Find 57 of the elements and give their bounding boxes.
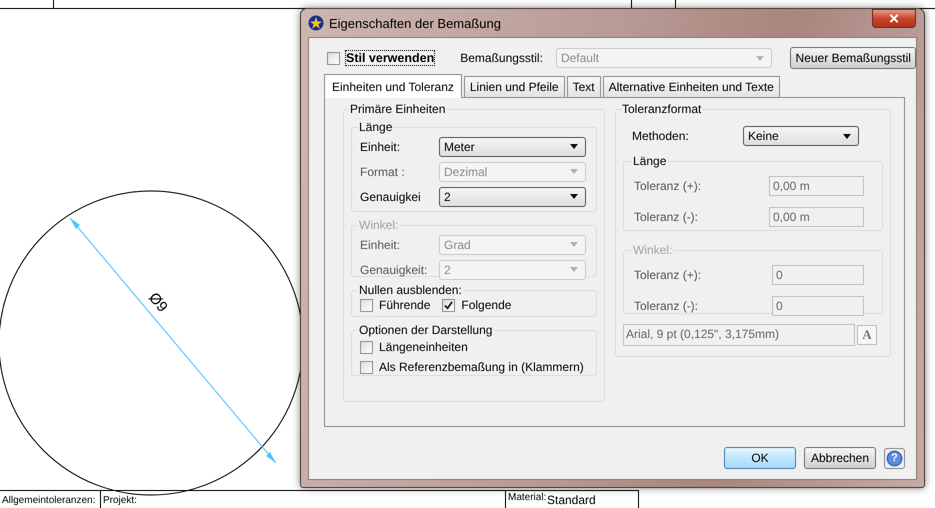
field-label: Methoden:: [632, 129, 689, 143]
checkbox[interactable]: [360, 298, 373, 312]
caret-icon: [570, 194, 578, 199]
checkbox-label: Führende: [379, 298, 430, 312]
field-label: Toleranz (-):: [634, 210, 698, 224]
new-style-button[interactable]: Neuer Bemaßungsstil: [790, 47, 916, 69]
tab[interactable]: Linien und Pfeile: [464, 76, 565, 97]
title-block-label: Allgemeintoleranzen:: [2, 495, 96, 506]
title-block-label: Material:: [508, 492, 546, 503]
tab[interactable]: Einheiten und Toleranz: [324, 74, 462, 98]
field-label: Format :: [360, 164, 405, 178]
font-field: Arial, 9 pt (0,125", 3,175mm): [623, 324, 855, 346]
field-label: Einheit:: [360, 238, 400, 252]
group-title: Toleranzformat: [621, 102, 702, 116]
dimension-text: Ø9: [145, 289, 171, 316]
checkbox[interactable]: [360, 360, 373, 374]
dialog-button[interactable]: Abbrechen: [804, 447, 876, 469]
checkbox[interactable]: [327, 52, 340, 64]
field-label: Genauigkeit:: [360, 262, 428, 276]
field-label: Toleranz (+):: [634, 268, 702, 282]
checkbox-label: Stil verwenden: [346, 51, 434, 65]
group-title: Nullen ausblenden:: [358, 283, 463, 297]
caret-icon: [843, 134, 851, 138]
caret-icon: [570, 144, 578, 149]
checkbox[interactable]: [442, 298, 456, 312]
group-title: Winkel:: [632, 243, 674, 257]
title-block-value: Standard: [547, 493, 596, 507]
caret-icon: [570, 169, 578, 174]
star-icon: [308, 15, 324, 31]
close-icon: [889, 14, 899, 23]
field-label: Toleranz (-):: [634, 298, 698, 312]
field-label: Toleranz (+):: [634, 178, 702, 192]
caret-icon: [570, 267, 578, 272]
tab[interactable]: Alternative Einheiten und Texte: [602, 76, 780, 97]
field-label: Einheit:: [360, 140, 400, 154]
checkbox-label: Längeneinheiten: [379, 340, 468, 354]
checkbox-label: Folgende: [461, 298, 512, 312]
caret-icon: [570, 242, 578, 247]
dropdown[interactable]: Meter: [439, 136, 586, 156]
tab[interactable]: Text: [566, 76, 601, 97]
title-block-label: Projekt:: [103, 495, 137, 506]
window-title: Eigenschaften der Bemaßung: [329, 16, 502, 30]
font-button[interactable]: A: [857, 325, 877, 345]
caret-icon: [756, 56, 764, 60]
dropdown[interactable]: Keine: [743, 126, 859, 146]
checkbox[interactable]: [360, 340, 373, 354]
dialog-button[interactable]: OK: [724, 447, 796, 469]
group-title: Länge: [358, 120, 394, 134]
close-button[interactable]: [872, 9, 916, 28]
field-label: Genauigkei: [360, 190, 421, 204]
group-title: Länge: [632, 154, 668, 168]
group-title: Primäre Einheiten: [349, 102, 446, 116]
dropdown[interactable]: 2: [439, 186, 586, 206]
field-label: Bemaßungsstil:: [460, 51, 543, 65]
checkbox-label: Als Referenzbemaßung in (Klammern): [379, 360, 584, 374]
group-title: Optionen der Darstellung: [358, 323, 494, 337]
group-title: Winkel:: [358, 218, 400, 232]
